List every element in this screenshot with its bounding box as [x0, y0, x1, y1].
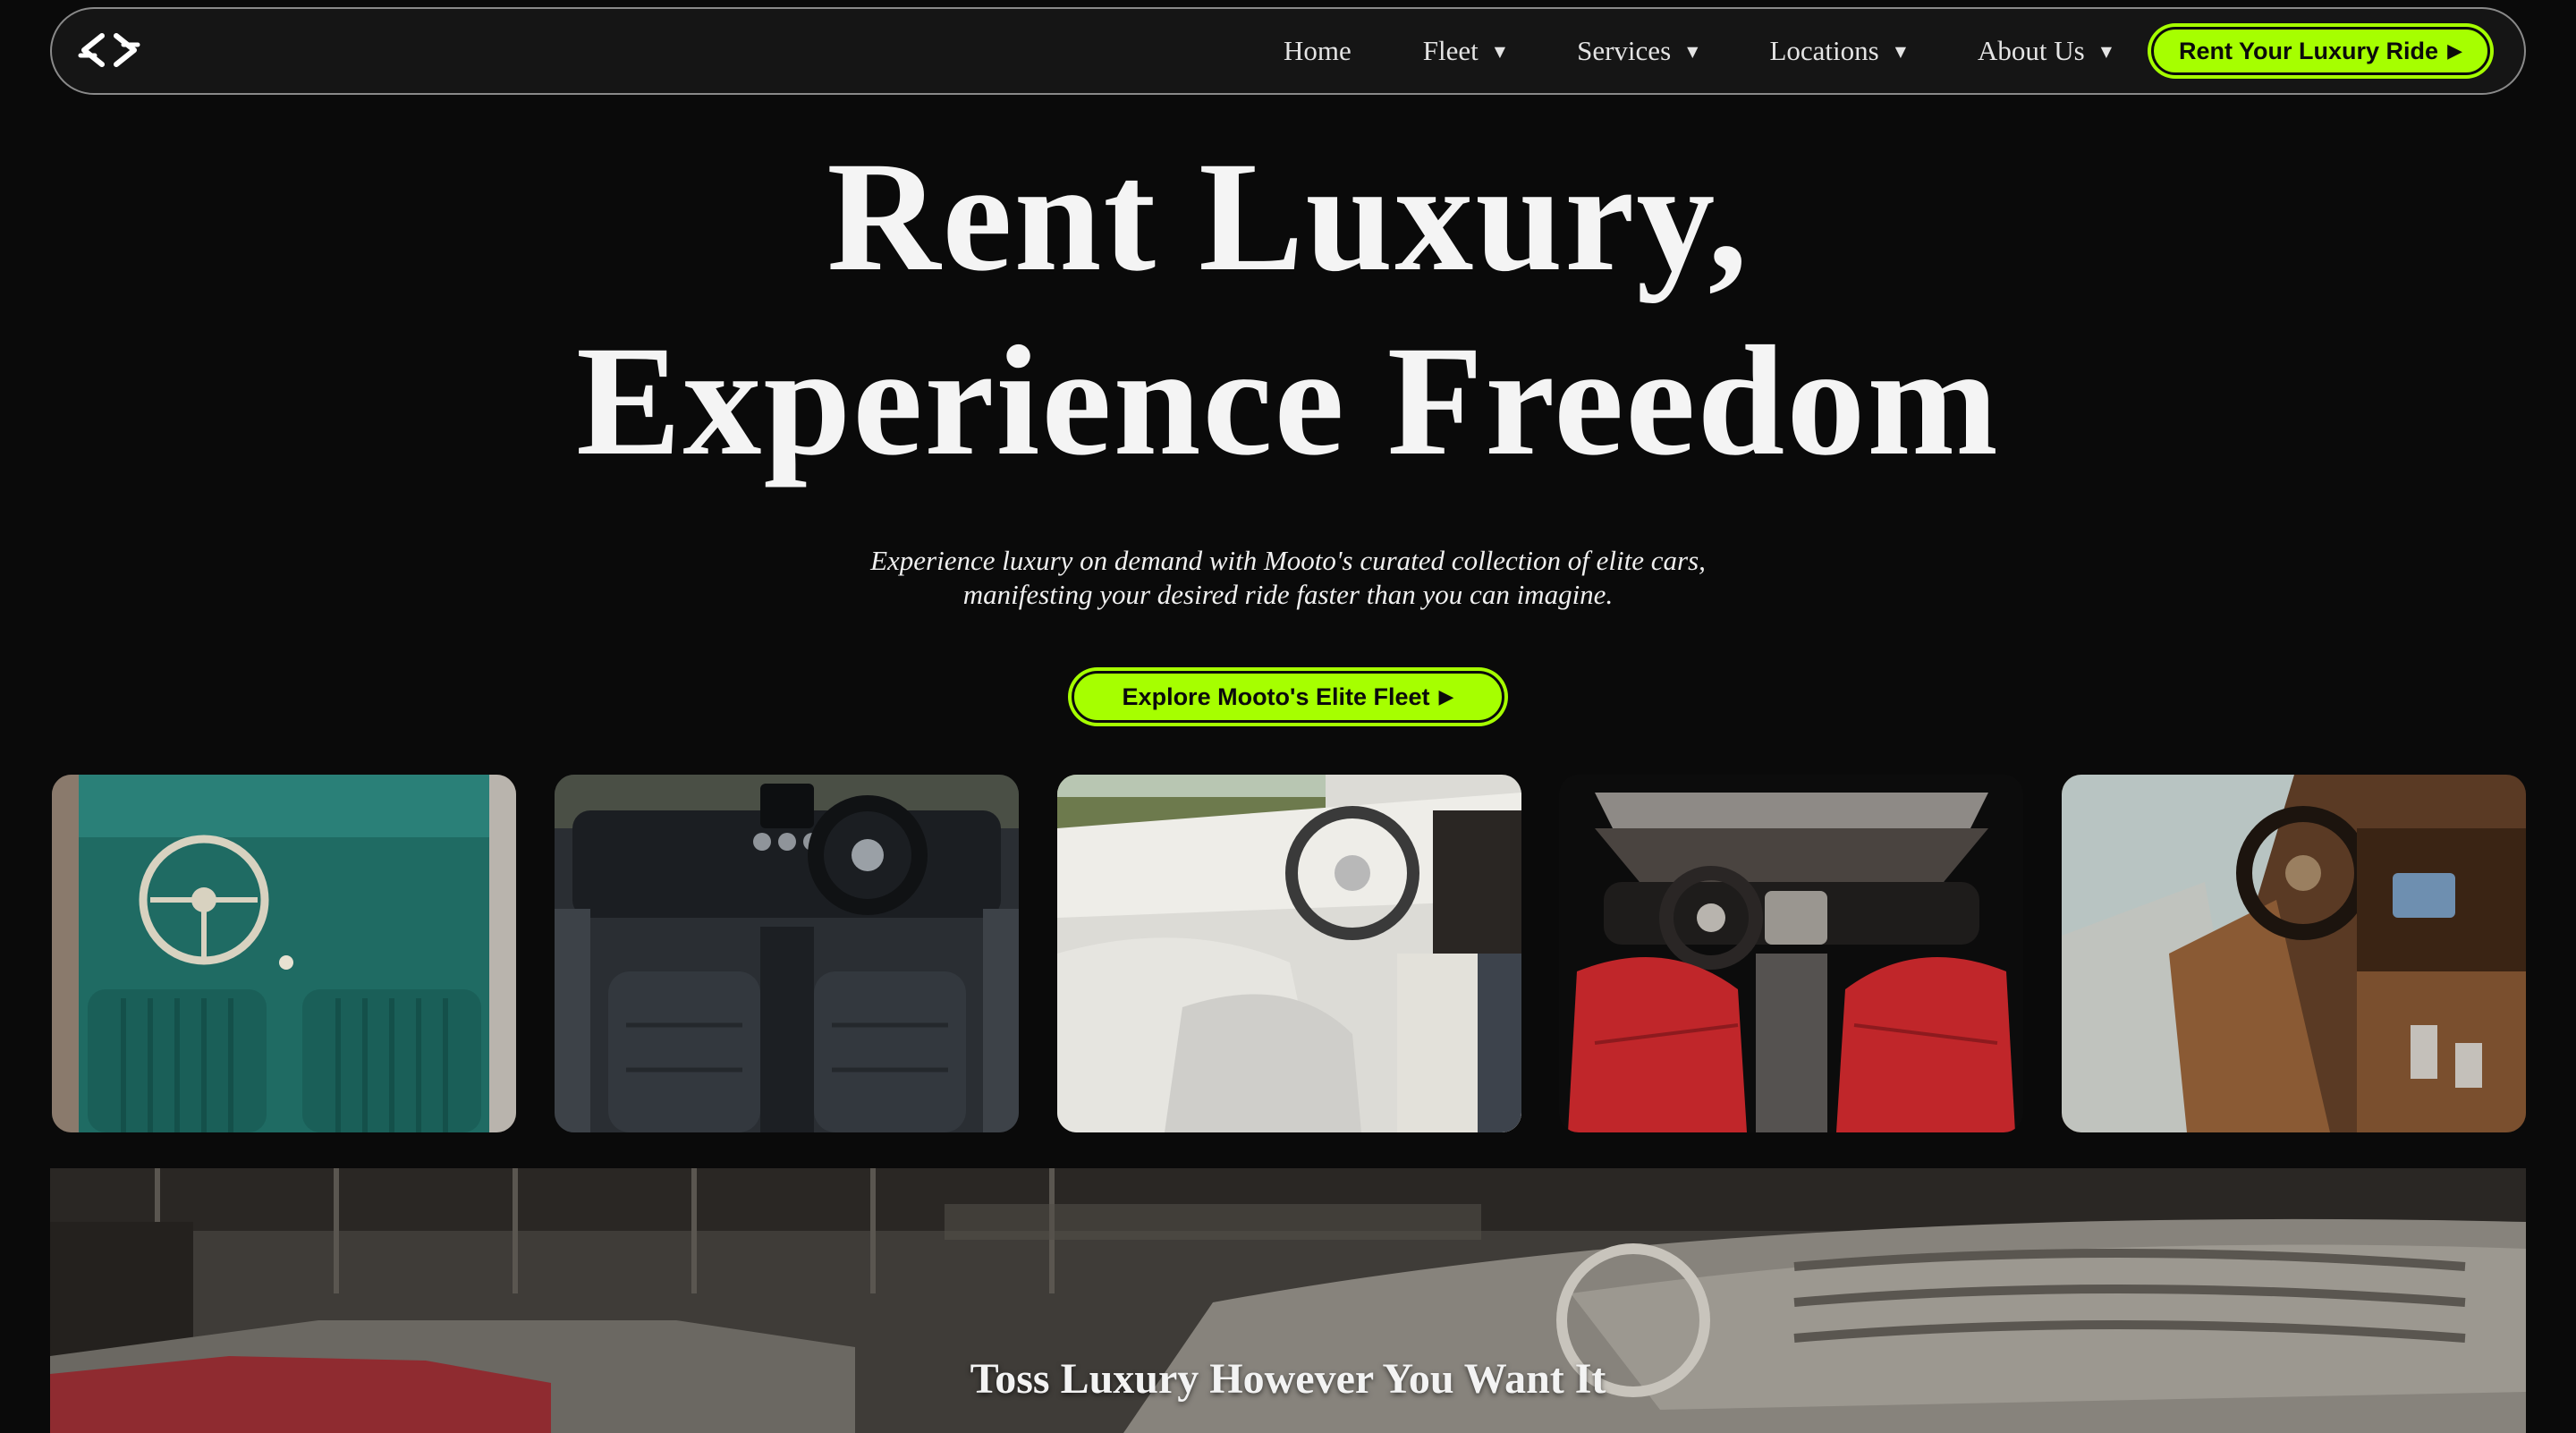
banner-title: Toss Luxury However You Want It: [970, 1355, 1606, 1403]
caret-down-icon: ▼: [1687, 42, 1699, 60]
hero-title: Rent Luxury, Experience Freedom: [0, 125, 2576, 494]
button-label: Rent Your Luxury Ride: [2179, 37, 2439, 64]
nav-item-fleet[interactable]: Fleet ▼: [1423, 35, 1505, 67]
hero-banner-mercedes: Toss Luxury However You Want It: [50, 1168, 2526, 1433]
hero-subtitle-line-2: manifesting your desired ride faster tha…: [962, 579, 1614, 610]
hero-subtitle: Experience luxury on demand with Mooto's…: [0, 544, 2576, 612]
hero-title-line-1: Rent Luxury,: [826, 130, 1750, 304]
caret-down-icon: ▼: [2100, 42, 2113, 60]
play-arrow-icon: ▶: [1438, 685, 1454, 708]
gallery-image-white-interior[interactable]: [1056, 775, 1521, 1132]
caret-down-icon: ▼: [1894, 42, 1907, 60]
caret-down-icon: ▼: [1494, 42, 1506, 60]
button-label: Explore Mooto's Elite Fleet: [1122, 683, 1430, 710]
hero-title-line-2: Experience Freedom: [576, 314, 2000, 488]
interior-gallery: [52, 775, 2526, 1132]
play-arrow-icon: ▶: [2447, 39, 2462, 63]
nav-item-label: Home: [1284, 35, 1352, 66]
hero-subtitle-line-1: Experience luxury on demand with Mooto's…: [870, 545, 1706, 576]
gallery-image-black-interior[interactable]: [554, 775, 1019, 1132]
nav-item-services[interactable]: Services ▼: [1577, 35, 1698, 67]
rent-luxury-ride-button[interactable]: Rent Your Luxury Ride ▶: [2151, 27, 2490, 75]
gallery-image-tan-interior[interactable]: [2062, 775, 2526, 1132]
mooto-logo-icon[interactable]: [75, 29, 143, 75]
gallery-image-teal-interior[interactable]: [52, 775, 516, 1132]
nav-item-home[interactable]: Home: [1284, 35, 1352, 67]
top-navbar: Home Fleet ▼ Services ▼ Locations ▼ Abou…: [50, 7, 2526, 95]
nav-item-label: Services: [1577, 35, 1672, 66]
nav-item-label: Fleet: [1422, 35, 1479, 66]
nav-item-label: Locations: [1769, 35, 1879, 66]
explore-fleet-button[interactable]: Explore Mooto's Elite Fleet ▶: [1072, 671, 1504, 723]
gallery-image-red-interior[interactable]: [1559, 775, 2024, 1132]
nav-item-about-us[interactable]: About Us ▼: [1978, 35, 2112, 67]
nav-item-label: About Us: [1978, 35, 2085, 66]
nav-links: Home Fleet ▼ Services ▼ Locations ▼ Abou…: [1284, 9, 2490, 93]
nav-item-locations[interactable]: Locations ▼: [1769, 35, 1906, 67]
